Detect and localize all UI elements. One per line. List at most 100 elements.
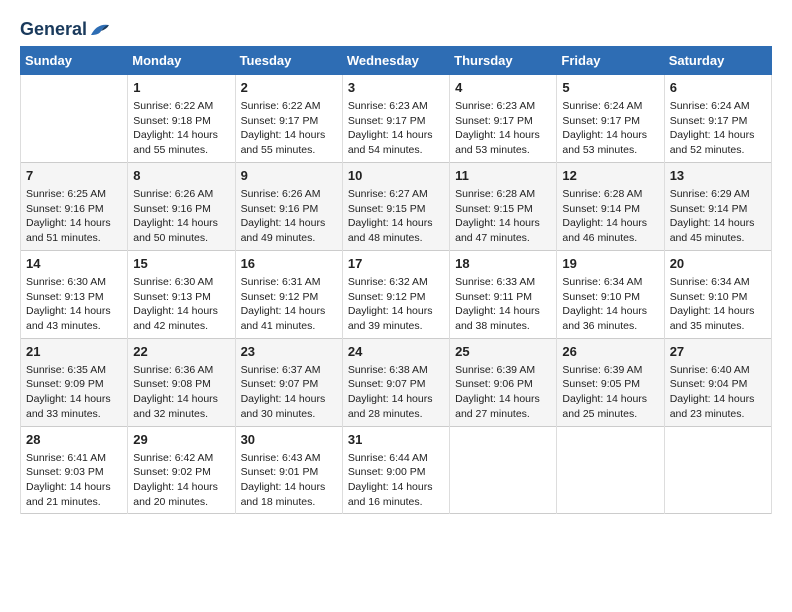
day-info: Sunrise: 6:42 AM Sunset: 9:02 PM Dayligh… (133, 451, 229, 510)
day-number: 5 (562, 79, 658, 97)
day-info: Sunrise: 6:26 AM Sunset: 9:16 PM Dayligh… (241, 187, 337, 246)
calendar-cell (557, 426, 664, 514)
day-info: Sunrise: 6:38 AM Sunset: 9:07 PM Dayligh… (348, 363, 444, 422)
day-info: Sunrise: 6:25 AM Sunset: 9:16 PM Dayligh… (26, 187, 122, 246)
calendar-cell: 23 Sunrise: 6:37 AM Sunset: 9:07 PM Dayli… (235, 338, 342, 426)
calendar-cell: 25 Sunrise: 6:39 AM Sunset: 9:06 PM Dayli… (450, 338, 557, 426)
calendar-cell: 16 Sunrise: 6:31 AM Sunset: 9:12 PM Dayli… (235, 250, 342, 338)
day-number: 10 (348, 167, 444, 185)
calendar-cell: 27 Sunrise: 6:40 AM Sunset: 9:04 PM Dayli… (664, 338, 771, 426)
day-info: Sunrise: 6:43 AM Sunset: 9:01 PM Dayligh… (241, 451, 337, 510)
day-info: Sunrise: 6:28 AM Sunset: 9:15 PM Dayligh… (455, 187, 551, 246)
day-info: Sunrise: 6:23 AM Sunset: 9:17 PM Dayligh… (348, 99, 444, 158)
day-info: Sunrise: 6:39 AM Sunset: 9:05 PM Dayligh… (562, 363, 658, 422)
column-header-saturday: Saturday (664, 46, 771, 74)
day-info: Sunrise: 6:44 AM Sunset: 9:00 PM Dayligh… (348, 451, 444, 510)
column-header-monday: Monday (128, 46, 235, 74)
day-number: 29 (133, 431, 229, 449)
day-info: Sunrise: 6:29 AM Sunset: 9:14 PM Dayligh… (670, 187, 766, 246)
day-info: Sunrise: 6:30 AM Sunset: 9:13 PM Dayligh… (26, 275, 122, 334)
calendar-cell: 13 Sunrise: 6:29 AM Sunset: 9:14 PM Dayli… (664, 162, 771, 250)
day-number: 11 (455, 167, 551, 185)
calendar-cell: 24 Sunrise: 6:38 AM Sunset: 9:07 PM Dayli… (342, 338, 449, 426)
day-number: 13 (670, 167, 766, 185)
calendar-cell: 31 Sunrise: 6:44 AM Sunset: 9:00 PM Dayli… (342, 426, 449, 514)
column-header-sunday: Sunday (21, 46, 128, 74)
calendar-cell: 9 Sunrise: 6:26 AM Sunset: 9:16 PM Daylig… (235, 162, 342, 250)
calendar-cell: 28Sunrise: 6:41 AM Sunset: 9:03 PM Dayli… (21, 426, 128, 514)
day-number: 2 (241, 79, 337, 97)
day-info: Sunrise: 6:30 AM Sunset: 9:13 PM Dayligh… (133, 275, 229, 334)
day-info: Sunrise: 6:36 AM Sunset: 9:08 PM Dayligh… (133, 363, 229, 422)
day-info: Sunrise: 6:31 AM Sunset: 9:12 PM Dayligh… (241, 275, 337, 334)
day-info: Sunrise: 6:34 AM Sunset: 9:10 PM Dayligh… (562, 275, 658, 334)
day-info: Sunrise: 6:33 AM Sunset: 9:11 PM Dayligh… (455, 275, 551, 334)
day-number: 14 (26, 255, 122, 273)
calendar-table: SundayMondayTuesdayWednesdayThursdayFrid… (20, 46, 772, 515)
day-number: 24 (348, 343, 444, 361)
day-number: 1 (133, 79, 229, 97)
calendar-cell: 11 Sunrise: 6:28 AM Sunset: 9:15 PM Dayli… (450, 162, 557, 250)
day-info: Sunrise: 6:24 AM Sunset: 9:17 PM Dayligh… (562, 99, 658, 158)
day-number: 30 (241, 431, 337, 449)
day-number: 9 (241, 167, 337, 185)
day-info: Sunrise: 6:24 AM Sunset: 9:17 PM Dayligh… (670, 99, 766, 158)
day-number: 26 (562, 343, 658, 361)
day-info: Sunrise: 6:28 AM Sunset: 9:14 PM Dayligh… (562, 187, 658, 246)
page-header: General (20, 20, 772, 36)
day-number: 25 (455, 343, 551, 361)
day-number: 23 (241, 343, 337, 361)
day-number: 18 (455, 255, 551, 273)
day-number: 15 (133, 255, 229, 273)
calendar-cell: 17Sunrise: 6:32 AM Sunset: 9:12 PM Dayli… (342, 250, 449, 338)
day-number: 28 (26, 431, 122, 449)
calendar-cell: 15 Sunrise: 6:30 AM Sunset: 9:13 PM Dayli… (128, 250, 235, 338)
day-info: Sunrise: 6:32 AM Sunset: 9:12 PM Dayligh… (348, 275, 444, 334)
day-number: 16 (241, 255, 337, 273)
calendar-cell: 7 Sunrise: 6:25 AM Sunset: 9:16 PM Daylig… (21, 162, 128, 250)
column-header-friday: Friday (557, 46, 664, 74)
calendar-cell: 26 Sunrise: 6:39 AM Sunset: 9:05 PM Dayli… (557, 338, 664, 426)
calendar-cell (21, 74, 128, 162)
day-info: Sunrise: 6:26 AM Sunset: 9:16 PM Dayligh… (133, 187, 229, 246)
calendar-cell: 19 Sunrise: 6:34 AM Sunset: 9:10 PM Dayli… (557, 250, 664, 338)
column-header-wednesday: Wednesday (342, 46, 449, 74)
day-info: Sunrise: 6:40 AM Sunset: 9:04 PM Dayligh… (670, 363, 766, 422)
day-info: Sunrise: 6:22 AM Sunset: 9:17 PM Dayligh… (241, 99, 337, 158)
calendar-cell: 10 Sunrise: 6:27 AM Sunset: 9:15 PM Dayli… (342, 162, 449, 250)
calendar-cell: 29 Sunrise: 6:42 AM Sunset: 9:02 PM Dayli… (128, 426, 235, 514)
day-number: 27 (670, 343, 766, 361)
calendar-cell: 12Sunrise: 6:28 AM Sunset: 9:14 PM Dayli… (557, 162, 664, 250)
calendar-cell: 21 Sunrise: 6:35 AM Sunset: 9:09 PM Dayli… (21, 338, 128, 426)
calendar-cell: 1 Sunrise: 6:22 AM Sunset: 9:18 PM Daylig… (128, 74, 235, 162)
calendar-cell: 3 Sunrise: 6:23 AM Sunset: 9:17 PM Daylig… (342, 74, 449, 162)
logo-bird-icon (89, 21, 111, 39)
day-number: 6 (670, 79, 766, 97)
day-number: 3 (348, 79, 444, 97)
day-number: 20 (670, 255, 766, 273)
calendar-cell: 20 Sunrise: 6:34 AM Sunset: 9:10 PM Dayli… (664, 250, 771, 338)
calendar-cell: 8 Sunrise: 6:26 AM Sunset: 9:16 PM Daylig… (128, 162, 235, 250)
day-number: 19 (562, 255, 658, 273)
day-info: Sunrise: 6:27 AM Sunset: 9:15 PM Dayligh… (348, 187, 444, 246)
calendar-cell: 5 Sunrise: 6:24 AM Sunset: 9:17 PM Daylig… (557, 74, 664, 162)
day-info: Sunrise: 6:22 AM Sunset: 9:18 PM Dayligh… (133, 99, 229, 158)
day-number: 8 (133, 167, 229, 185)
calendar-cell (450, 426, 557, 514)
calendar-cell: 30 Sunrise: 6:43 AM Sunset: 9:01 PM Dayli… (235, 426, 342, 514)
calendar-cell: 18 Sunrise: 6:33 AM Sunset: 9:11 PM Dayli… (450, 250, 557, 338)
day-info: Sunrise: 6:35 AM Sunset: 9:09 PM Dayligh… (26, 363, 122, 422)
day-info: Sunrise: 6:39 AM Sunset: 9:06 PM Dayligh… (455, 363, 551, 422)
column-header-thursday: Thursday (450, 46, 557, 74)
day-number: 31 (348, 431, 444, 449)
calendar-cell: 6 Sunrise: 6:24 AM Sunset: 9:17 PM Daylig… (664, 74, 771, 162)
day-number: 21 (26, 343, 122, 361)
logo: General (20, 20, 111, 36)
day-info: Sunrise: 6:34 AM Sunset: 9:10 PM Dayligh… (670, 275, 766, 334)
calendar-cell: 2 Sunrise: 6:22 AM Sunset: 9:17 PM Daylig… (235, 74, 342, 162)
calendar-cell: 22 Sunrise: 6:36 AM Sunset: 9:08 PM Dayli… (128, 338, 235, 426)
day-number: 7 (26, 167, 122, 185)
day-number: 22 (133, 343, 229, 361)
day-info: Sunrise: 6:37 AM Sunset: 9:07 PM Dayligh… (241, 363, 337, 422)
day-info: Sunrise: 6:23 AM Sunset: 9:17 PM Dayligh… (455, 99, 551, 158)
